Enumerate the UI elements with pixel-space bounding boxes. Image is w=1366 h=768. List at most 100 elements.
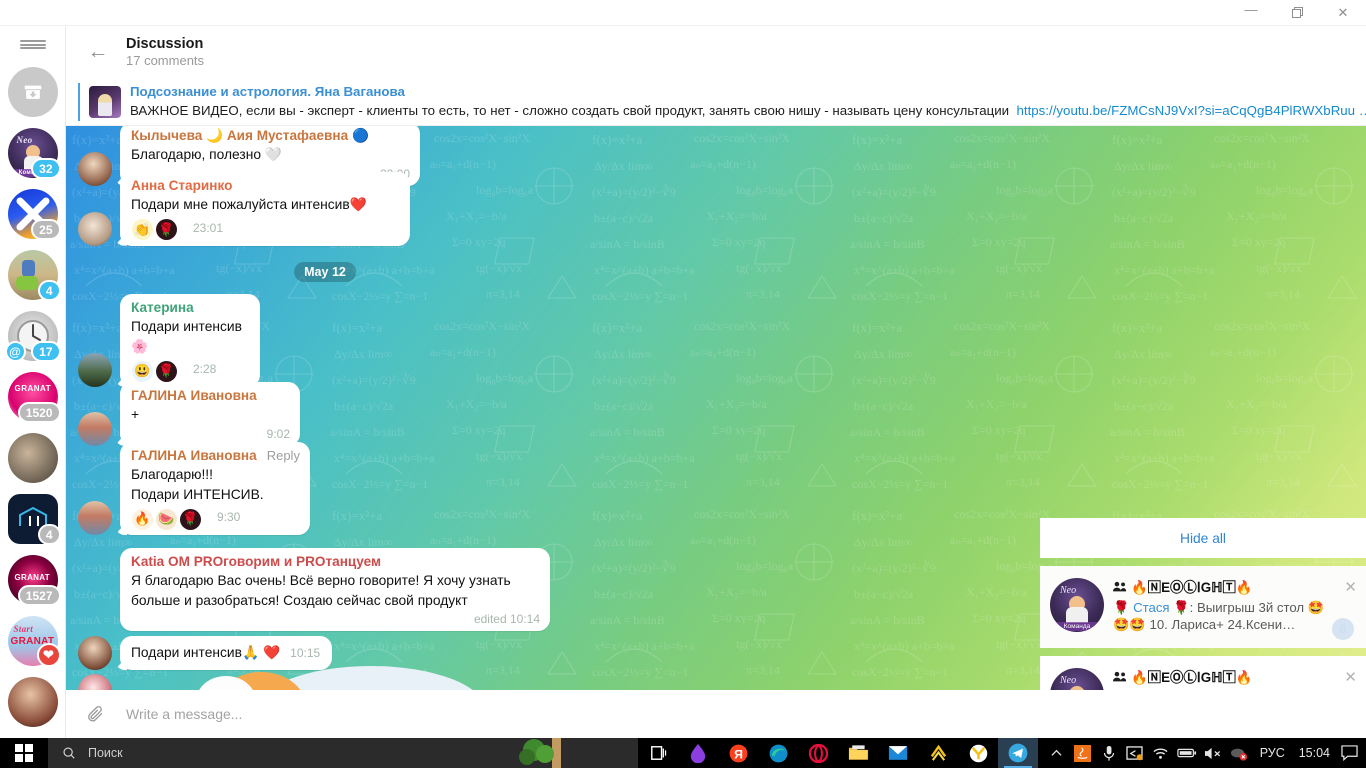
avatar[interactable] (78, 674, 112, 690)
chat-header: ← Discussion 17 comments (66, 26, 1366, 78)
message-reactions[interactable]: 🔥 🍉 🌹 9:30 (131, 508, 300, 530)
message-bubble[interactable]: ГАЛИНА Ивановна + 9:02 (120, 382, 300, 446)
reaction[interactable]: 👏 (131, 219, 154, 241)
message-bubble[interactable]: Катерина Подари интенсив 🌸 😃 🌹 2:28 (120, 294, 260, 388)
avatar[interactable] (78, 411, 112, 446)
taskbar-search[interactable]: Поиск (48, 738, 638, 768)
close-icon[interactable]: ✕ (1344, 668, 1357, 686)
reaction[interactable]: 😃 (131, 360, 154, 382)
sidebar-item-woman-portrait[interactable] (7, 677, 58, 727)
sidebar-item-archived-chats[interactable] (7, 67, 58, 117)
reply-label[interactable]: Reply (267, 448, 300, 463)
notification-body: 🔥🄽EⓄⓁⅠGℍ🅃🔥 🌹 Стася 🌹: Наташ Ирина постав… (1113, 666, 1329, 690)
file-explorer-button[interactable] (838, 738, 878, 768)
avatar[interactable] (78, 636, 112, 670)
battery-tray-button[interactable] (1174, 738, 1200, 768)
notification-center-icon (1340, 745, 1358, 761)
opera-browser-button[interactable] (798, 738, 838, 768)
task-view-icon (651, 746, 667, 760)
microphone-tray-button[interactable] (1096, 738, 1122, 768)
start-button[interactable] (0, 738, 48, 768)
sidebar-item-x-channel[interactable]: 25 (7, 189, 61, 240)
sidebar-item-person-bike[interactable]: 4 (7, 250, 61, 301)
reaction-emoji: 👏 (132, 219, 153, 241)
mail-icon (888, 746, 908, 760)
pinned-link[interactable]: https://youtu.be/FZMCsNJ9VxI?si=aCqQgB4P… (1016, 103, 1366, 118)
reaction[interactable]: 🌹 (155, 219, 178, 241)
restore-icon (1291, 7, 1303, 18)
tray-expand-button[interactable] (1044, 738, 1070, 768)
back-arrow-icon: ← (87, 40, 109, 63)
wifi-tray-button[interactable] (1148, 738, 1174, 768)
message-bubble[interactable]: Katia OM PROговорим и PROтанцуем Я благо… (120, 548, 550, 632)
main-menu-button[interactable] (19, 40, 46, 49)
reaction[interactable]: 🍉 (155, 508, 178, 530)
sender-name: ГАЛИНА Ивановна (131, 448, 257, 463)
sidebar-item-woman-photo[interactable] (7, 433, 58, 483)
taskbar-clock[interactable]: 15:04 (1293, 746, 1336, 760)
avatar (7, 433, 58, 483)
message-row[interactable] (78, 674, 120, 690)
unread-badge-muted: 4 (37, 524, 61, 545)
mail-app-button[interactable] (878, 738, 918, 768)
reaction[interactable]: 🌹 (179, 508, 202, 530)
maximize-restore-button[interactable] (1274, 0, 1320, 26)
notification-center-button[interactable] (1336, 738, 1362, 768)
sidebar-item-ch-dark[interactable]: 4 (7, 494, 61, 545)
pinned-message-text: ВАЖНОЕ ВИДЕО, если вы - эксперт - клиент… (130, 103, 1366, 120)
close-icon[interactable]: ✕ (1344, 578, 1357, 596)
sidebar-item-neo-komanda[interactable]: Neo Команда 32 (7, 128, 61, 179)
sidebar-item-granat-dark[interactable]: GRANAT 1527 (7, 555, 61, 606)
back-button[interactable]: ← (80, 34, 116, 70)
message-bubble[interactable]: Анна Старинко Подари мне пожалуйста инте… (120, 172, 410, 246)
app-violet-drop-button[interactable] (678, 738, 718, 768)
message-row[interactable]: Katia OM PROговорим и PROтанцуем Я благо… (120, 548, 550, 632)
close-button[interactable]: ✕ (1320, 0, 1366, 26)
sidebar-item-clock-channel[interactable]: @ 17 (4, 311, 61, 362)
avatar-brand-text: Neo (1060, 675, 1077, 686)
message-reactions[interactable]: 👏 🌹 23:01 (131, 219, 400, 241)
sidebar-item-granat-pink[interactable]: GRANAT 1520 (7, 372, 61, 423)
app-yellow-arrows-button[interactable] (918, 738, 958, 768)
notification-text: 🌹 Стася 🌹: Выигрыш 3й стол 🤩🤩🤩 10. Ларис… (1113, 599, 1329, 634)
reaction-emoji: 🔥 (132, 508, 153, 530)
yellow-arrows-icon (930, 744, 946, 761)
sidebar-item-start-granat[interactable]: Start GRANAT ❤ (7, 616, 61, 667)
java-tray-button[interactable] (1070, 738, 1096, 768)
message-reactions[interactable]: 😃 🌹 2:28 (131, 360, 250, 382)
message-row[interactable]: Катерина Подари интенсив 🌸 😃 🌹 2:28 (78, 294, 260, 388)
notification-toast[interactable]: Neo Команда 🔥🄽EⓄⓁⅠGℍ🅃🔥 (1040, 656, 1366, 690)
message-input[interactable] (126, 706, 1026, 722)
notification-title: 🔥🄽EⓄⓁⅠGℍ🅃🔥 (1113, 666, 1329, 686)
archive-box-icon (24, 85, 41, 99)
security-alert-tray-button[interactable] (1226, 738, 1252, 768)
pinned-message-bar[interactable]: Подсознание и астрология. Яна Ваганова В… (66, 78, 1366, 126)
attach-button[interactable] (82, 701, 108, 727)
volume-tray-button[interactable] (1200, 738, 1226, 768)
hide-all-button[interactable]: Hide all (1040, 518, 1366, 558)
message-sender: ГАЛИНА Ивановна (131, 388, 257, 403)
message-row[interactable]: ГАЛИНА Ивановна + 9:02 (78, 382, 300, 446)
microsoft-edge-button[interactable] (758, 738, 798, 768)
minimize-button[interactable]: — (1228, 0, 1274, 26)
reaction[interactable]: 🌹 (155, 360, 178, 382)
avatar-brand-text: Neo (1060, 585, 1077, 596)
yandex-disk-button[interactable] (958, 738, 998, 768)
yandex-browser-button[interactable]: Я (718, 738, 758, 768)
security-alert-icon (1230, 748, 1247, 761)
task-view-button[interactable] (638, 738, 678, 768)
message-row[interactable]: ГАЛИНА Ивановна Reply Благодарю!!! Подари… (78, 442, 310, 536)
message-row[interactable]: Анна Старинко Подари мне пожалуйста инте… (78, 172, 410, 246)
language-indicator[interactable]: РУС (1252, 746, 1293, 760)
telegram-desktop-button[interactable] (998, 738, 1038, 768)
notification-toast[interactable]: Neo Команда 🔥🄽EⓄⓁⅠGℍ🅃🔥 (1040, 566, 1366, 648)
reaction[interactable]: 🔥 (131, 508, 154, 530)
unread-badge: 32 (31, 158, 61, 179)
message-bubble[interactable]: ГАЛИНА Ивановна Reply Благодарю!!! Подари… (120, 442, 310, 536)
avatar[interactable] (78, 501, 112, 536)
message-time: 23:01 (193, 220, 224, 235)
avatar[interactable] (78, 211, 112, 246)
sticker-message[interactable] (196, 656, 526, 690)
screen-capture-tray-button[interactable] (1122, 738, 1148, 768)
pinned-channel-name: Подсознание и астрология. Яна Ваганова (130, 83, 405, 99)
